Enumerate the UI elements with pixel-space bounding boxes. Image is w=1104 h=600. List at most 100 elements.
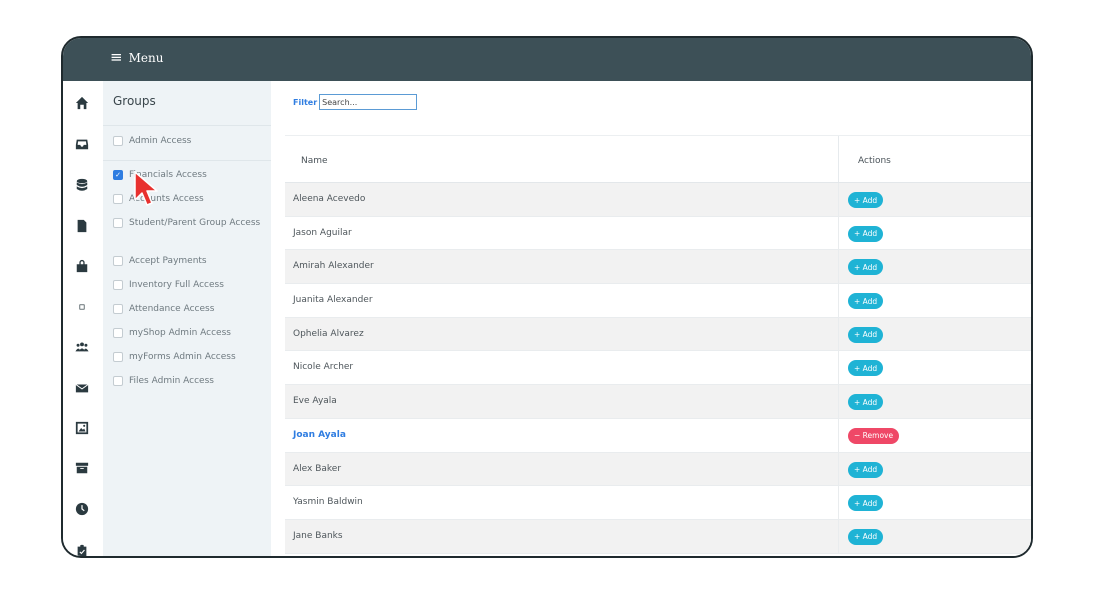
- column-divider: [838, 216, 839, 250]
- group-item-myshop-admin-access[interactable]: myShop Admin Access: [113, 327, 263, 340]
- divider: [103, 160, 271, 161]
- square-icon[interactable]: [74, 299, 90, 315]
- column-header-actions: Actions: [858, 156, 891, 166]
- top-bar: ≡ Menu: [63, 38, 1031, 81]
- add-button[interactable]: + Add: [848, 461, 884, 478]
- group-item-label: Student/Parent Group Access: [129, 218, 261, 228]
- group-item-attendance-access[interactable]: Attendance Access: [113, 303, 263, 316]
- group-item-label: Inventory Full Access: [129, 280, 224, 290]
- add-button[interactable]: + Add: [848, 495, 884, 512]
- checkbox-checked[interactable]: ✓: [113, 170, 123, 180]
- add-button[interactable]: + Add: [848, 394, 884, 411]
- groups-title: Groups: [113, 94, 156, 108]
- checkbox[interactable]: [113, 328, 123, 338]
- filter-label: Filter: [293, 97, 318, 107]
- checkbox[interactable]: [113, 280, 123, 290]
- group-item-label: Accept Payments: [129, 256, 207, 266]
- database-icon[interactable]: [74, 177, 90, 193]
- mouse-cursor-icon: [134, 171, 158, 206]
- remove-button[interactable]: − Remove: [848, 427, 900, 444]
- add-button[interactable]: + Add: [848, 326, 884, 343]
- add-button[interactable]: + Add: [848, 360, 884, 377]
- table-row: Alex Baker + Add: [285, 452, 1031, 487]
- file-icon[interactable]: [74, 218, 90, 234]
- group-item-label: Files Admin Access: [129, 376, 214, 386]
- column-divider: [838, 452, 839, 486]
- member-name: Nicole Archer: [293, 362, 354, 373]
- group-item-label: Attendance Access: [129, 304, 215, 314]
- column-divider: [838, 183, 839, 216]
- groups-panel: Groups Admin Access ✓ Financials Access …: [103, 81, 271, 556]
- column-header-name: Name: [301, 156, 328, 166]
- table-row: Aleena Acevedo + Add: [285, 183, 1031, 217]
- home-icon[interactable]: [74, 95, 90, 111]
- main-content: Filter Name Actions Aleena Acevedo + Add…: [271, 81, 1031, 556]
- clock-icon[interactable]: [74, 501, 90, 517]
- group-item-admin-access[interactable]: Admin Access: [113, 135, 263, 148]
- add-button[interactable]: + Add: [848, 259, 884, 276]
- checkbox[interactable]: [113, 218, 123, 228]
- member-name: Aleena Acevedo: [293, 194, 366, 204]
- left-nav: [63, 81, 103, 556]
- users-icon[interactable]: [74, 339, 90, 355]
- member-name: Amirah Alexander: [293, 261, 374, 272]
- hamburger-icon: ≡: [110, 48, 123, 66]
- search-input[interactable]: [319, 94, 418, 110]
- image-icon[interactable]: [74, 420, 90, 436]
- table-row: Yasmin Baldwin + Add: [285, 486, 1031, 520]
- column-divider: [838, 317, 839, 351]
- shopping-bag-icon[interactable]: [74, 258, 90, 274]
- member-name: Yasmin Baldwin: [293, 497, 363, 508]
- app-window: ≡ Menu Groups Admin Access ✓ Financials …: [61, 36, 1033, 558]
- group-item-student-parent-access[interactable]: Student/Parent Group Access: [113, 217, 263, 230]
- divider: [103, 125, 271, 126]
- member-name: Eve Ayala: [293, 396, 337, 407]
- column-divider: [838, 250, 839, 284]
- checkbox[interactable]: [113, 194, 123, 204]
- column-divider: [838, 519, 839, 553]
- menu-button[interactable]: ≡ Menu: [110, 50, 163, 65]
- checkbox[interactable]: [113, 352, 123, 362]
- inbox-icon[interactable]: [74, 136, 90, 152]
- group-item-label: Admin Access: [129, 136, 192, 146]
- add-button[interactable]: + Add: [848, 192, 884, 208]
- member-name: Juanita Alexander: [293, 295, 373, 306]
- column-divider: [838, 385, 839, 418]
- table-row: Jane Banks + Add: [285, 519, 1031, 554]
- checkbox[interactable]: [113, 376, 123, 386]
- table-row: Nicole Archer + Add: [285, 351, 1031, 386]
- archive-icon[interactable]: [74, 460, 90, 476]
- group-item-label: myForms Admin Access: [129, 352, 236, 362]
- add-button[interactable]: + Add: [848, 293, 884, 310]
- group-item-myforms-admin-access[interactable]: myForms Admin Access: [113, 351, 263, 364]
- member-name: Jane Banks: [293, 530, 343, 541]
- group-item-inventory-full-access[interactable]: Inventory Full Access: [113, 279, 263, 292]
- add-button[interactable]: + Add: [848, 225, 884, 242]
- column-divider: [838, 136, 839, 182]
- column-divider: [838, 418, 839, 452]
- filter-row: Filter: [293, 94, 418, 110]
- table-header: Name Actions: [285, 135, 1031, 183]
- checkbox[interactable]: [113, 256, 123, 266]
- table-row: Amirah Alexander + Add: [285, 250, 1031, 285]
- group-item-files-admin-access[interactable]: Files Admin Access: [113, 375, 263, 388]
- group-item-accept-payments[interactable]: Accept Payments: [113, 255, 263, 268]
- add-button[interactable]: + Add: [848, 528, 884, 545]
- members-table: Name Actions Aleena Acevedo + Add Jason …: [285, 135, 1031, 554]
- table-row: Juanita Alexander + Add: [285, 284, 1031, 318]
- member-name: Alex Baker: [293, 463, 342, 474]
- member-name[interactable]: Joan Ayala: [293, 430, 346, 440]
- checkbox[interactable]: [113, 304, 123, 314]
- menu-label: Menu: [128, 50, 164, 65]
- member-name: Ophelia Alvarez: [293, 328, 364, 339]
- group-item-label: myShop Admin Access: [129, 328, 231, 338]
- checkbox[interactable]: [113, 136, 123, 146]
- table-row: Jason Aguilar + Add: [285, 216, 1031, 251]
- column-divider: [838, 486, 839, 519]
- envelope-icon[interactable]: [74, 380, 90, 396]
- badge-icon[interactable]: [74, 543, 90, 556]
- column-divider: [838, 351, 839, 385]
- table-row: Ophelia Alvarez + Add: [285, 317, 1031, 352]
- member-name: Jason Aguilar: [293, 227, 352, 238]
- table-row: Joan Ayala − Remove: [285, 418, 1031, 453]
